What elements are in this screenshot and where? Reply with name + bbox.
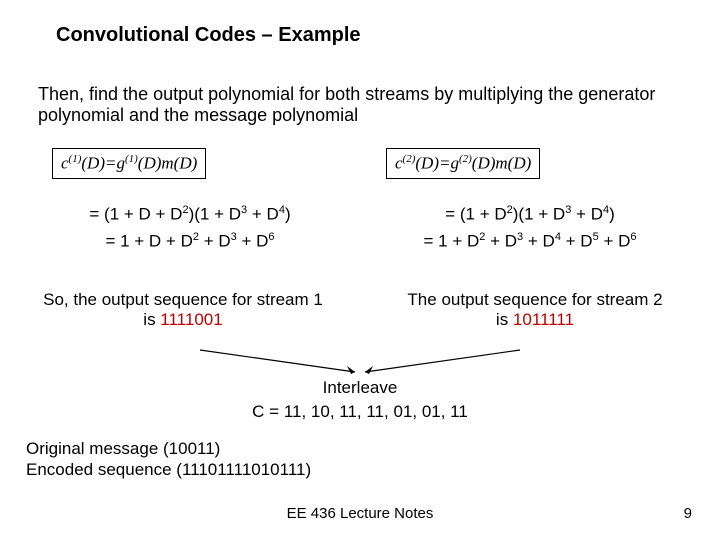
text: + D — [199, 232, 231, 251]
text: is — [143, 310, 160, 329]
encoded-sequence: Encoded sequence (11101111010111) — [26, 459, 311, 480]
sup: (1) — [69, 153, 82, 165]
text: = (1 + D — [445, 205, 506, 224]
interleave-arrows — [0, 348, 720, 378]
page-number: 9 — [684, 505, 692, 522]
text: is — [496, 310, 513, 329]
text: + D — [571, 205, 603, 224]
text: + D — [485, 232, 517, 251]
text: )(1 + D — [189, 205, 241, 224]
calc-line: = 1 + D + D2 + D3 + D6 — [40, 231, 340, 252]
text: + D — [523, 232, 555, 251]
calc-column-right: = (1 + D2)(1 + D3 + D4) = 1 + D2 + D3 + … — [380, 198, 680, 258]
text: + D — [237, 232, 269, 251]
arrows-icon — [180, 348, 540, 376]
text: = 1 + D + D — [105, 232, 192, 251]
text: + D — [561, 232, 593, 251]
original-encoded-block: Original message (10011) Encoded sequenc… — [26, 438, 311, 481]
output-label-right: The output sequence for stream 2 is 1011… — [370, 290, 700, 330]
text: The output sequence for stream 2 — [407, 290, 662, 309]
text: + D — [247, 205, 279, 224]
output-label-left: So, the output sequence for stream 1 is … — [18, 290, 348, 330]
formula-box-c2: c(2)(D)=g(2)(D)m(D) — [386, 148, 540, 179]
sup: (2) — [459, 153, 472, 165]
slide-title: Convolutional Codes – Example — [56, 24, 361, 47]
calc-line: = (1 + D2)(1 + D3 + D4) — [380, 204, 680, 225]
text: ) — [609, 205, 615, 224]
sup: (2) — [403, 153, 416, 165]
calc-line: = (1 + D + D2)(1 + D3 + D4) — [40, 204, 340, 225]
text: = (1 + D + D — [89, 205, 182, 224]
calc-column-left: = (1 + D + D2)(1 + D3 + D4) = 1 + D + D2… — [40, 198, 340, 258]
output-sequence-1: 1111001 — [160, 310, 222, 329]
intro-text: Then, find the output polynomial for bot… — [38, 84, 690, 126]
text: So, the output sequence for stream 1 — [43, 290, 323, 309]
output-sequence-2: 1011111 — [513, 310, 574, 329]
sup: 6 — [268, 231, 274, 243]
text: )(1 + D — [513, 205, 565, 224]
text: ) — [285, 205, 291, 224]
footer-text: EE 436 Lecture Notes — [0, 505, 720, 522]
slide: Convolutional Codes – Example Then, find… — [0, 0, 720, 540]
codeword-line: C = 11, 10, 11, 11, 01, 01, 11 — [0, 402, 720, 422]
original-message: Original message (10011) — [26, 438, 311, 459]
sup: 6 — [630, 231, 636, 243]
text: + D — [599, 232, 631, 251]
sup: (1) — [125, 153, 138, 165]
formula-box-c1: c(1)(D)=g(1)(D)m(D) — [52, 148, 206, 179]
text: = 1 + D — [423, 232, 479, 251]
calc-line: = 1 + D2 + D3 + D4 + D5 + D6 — [380, 231, 680, 252]
interleave-label: Interleave — [0, 378, 720, 398]
